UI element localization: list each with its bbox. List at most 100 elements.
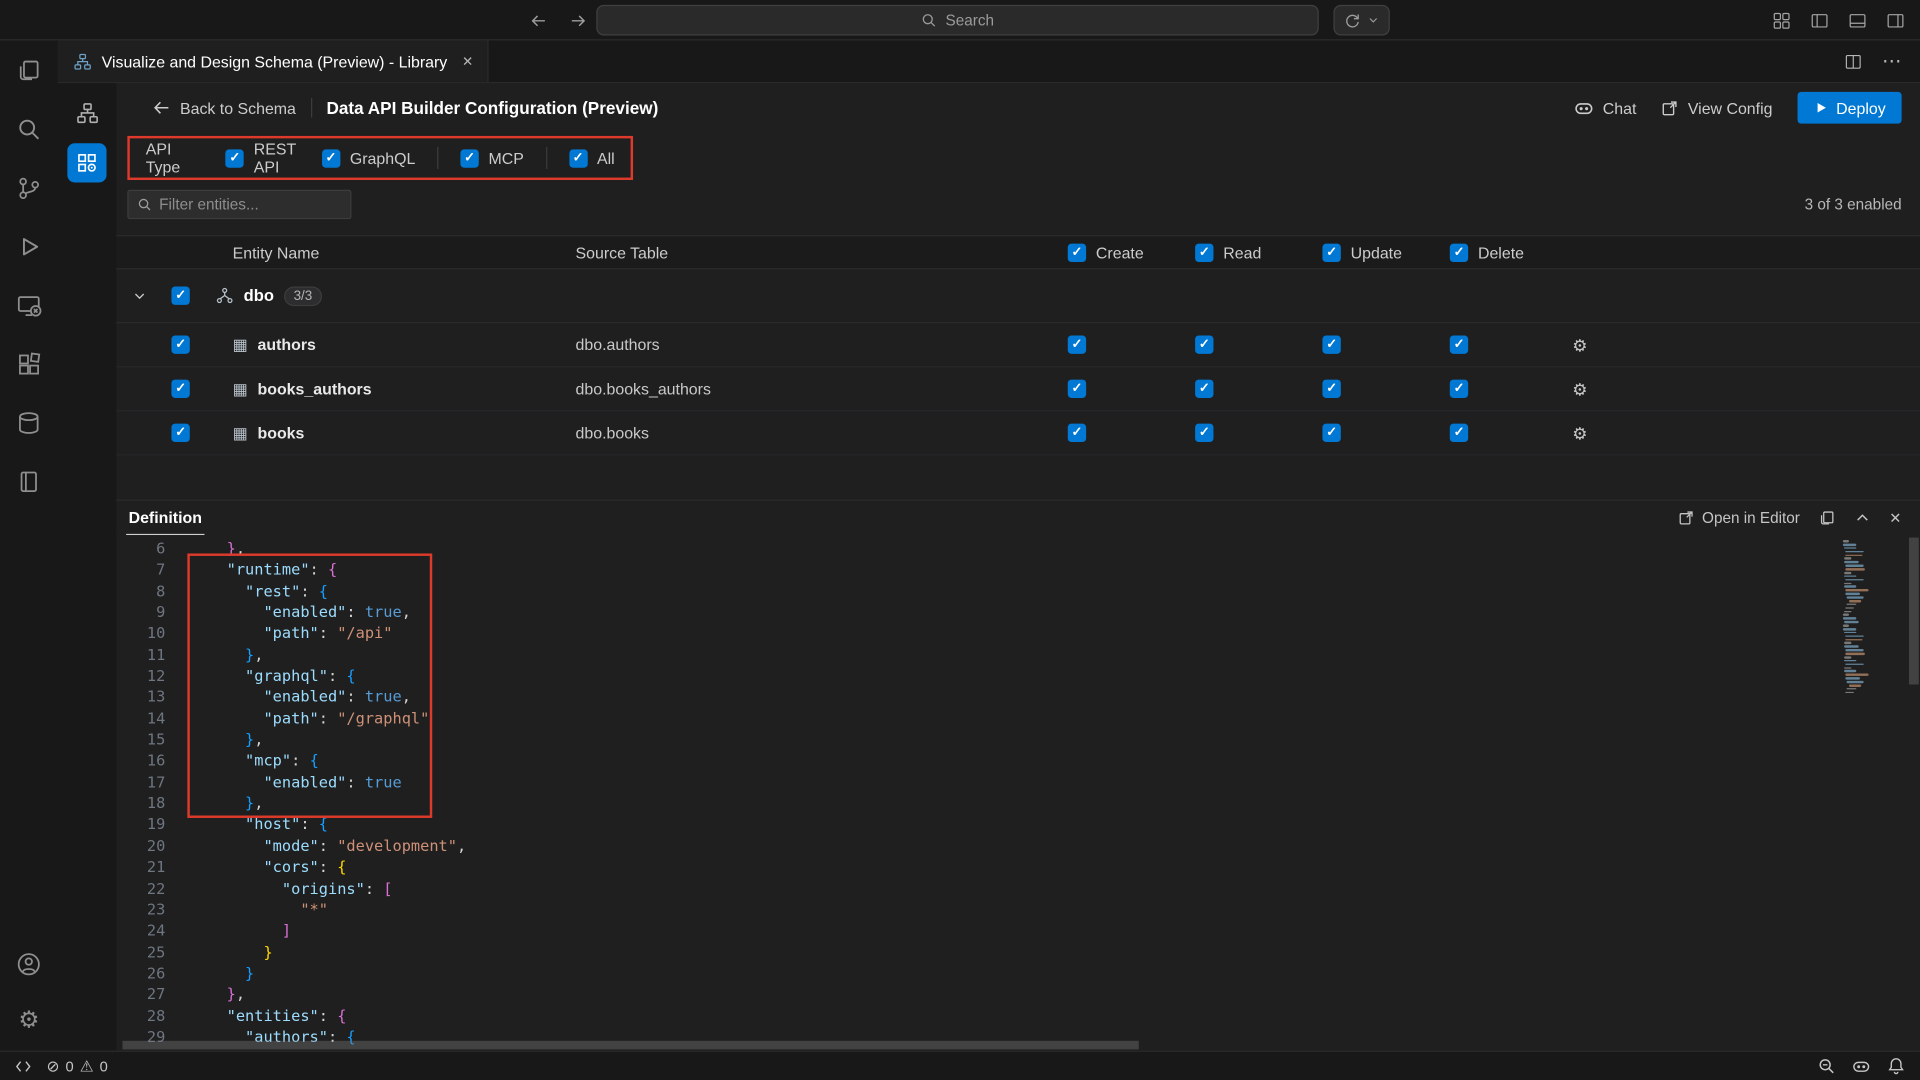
op-checkbox[interactable] bbox=[1322, 424, 1340, 442]
session-dropdown-button[interactable] bbox=[1333, 5, 1389, 36]
api-option-all[interactable]: All bbox=[569, 149, 615, 167]
api-option-checkbox[interactable] bbox=[226, 149, 244, 167]
remote-indicator-icon[interactable] bbox=[15, 1057, 32, 1074]
account-icon[interactable] bbox=[0, 936, 58, 992]
command-center-search[interactable]: Search bbox=[596, 5, 1318, 36]
op-checkbox[interactable] bbox=[1322, 336, 1340, 354]
api-option-checkbox[interactable] bbox=[460, 149, 478, 167]
op-checkbox[interactable] bbox=[1450, 424, 1468, 442]
filter-entities-box[interactable] bbox=[127, 190, 351, 219]
zoom-indicator-icon[interactable] bbox=[1817, 1057, 1835, 1075]
op-header-label: Update bbox=[1351, 243, 1402, 261]
code-text: "path": "/api" bbox=[208, 622, 392, 643]
deploy-label: Deploy bbox=[1836, 99, 1886, 117]
back-nav-icon[interactable] bbox=[529, 10, 549, 30]
op-checkbox[interactable] bbox=[1068, 424, 1086, 442]
close-panel-icon[interactable]: ✕ bbox=[1889, 509, 1901, 526]
extensions-icon[interactable] bbox=[0, 334, 58, 393]
api-option-graphql[interactable]: GraphQL bbox=[322, 149, 416, 167]
op-checkbox[interactable] bbox=[1195, 380, 1213, 398]
toggle-primary-sidebar-icon[interactable] bbox=[1810, 10, 1830, 30]
table-icon: ▦ bbox=[233, 337, 248, 353]
forward-nav-icon[interactable] bbox=[568, 10, 588, 30]
entity-settings-gear-icon[interactable]: ⚙ bbox=[1572, 336, 1587, 353]
copilot-status-icon[interactable] bbox=[1851, 1056, 1871, 1076]
op-select-all-checkbox[interactable] bbox=[1195, 243, 1213, 261]
schema-designer-view-icon[interactable] bbox=[67, 93, 106, 132]
op-checkbox[interactable] bbox=[1068, 380, 1086, 398]
code-text: }, bbox=[208, 538, 245, 559]
entity-name-cell: ▦authors bbox=[209, 336, 569, 354]
row-select-checkbox[interactable] bbox=[171, 336, 189, 354]
op-checkbox[interactable] bbox=[1195, 336, 1213, 354]
toggle-panel-icon[interactable] bbox=[1848, 10, 1868, 30]
op-select-all-checkbox[interactable] bbox=[1068, 243, 1086, 261]
op-select-all-checkbox[interactable] bbox=[1450, 243, 1468, 261]
toggle-secondary-sidebar-icon[interactable] bbox=[1886, 10, 1906, 30]
collapse-panel-icon[interactable] bbox=[1854, 509, 1871, 526]
notifications-bell-icon[interactable] bbox=[1887, 1057, 1905, 1075]
back-to-schema-button[interactable]: Back to Schema bbox=[152, 98, 296, 118]
definition-tab[interactable]: Definition bbox=[126, 501, 204, 535]
data-api-builder-view-icon[interactable] bbox=[67, 143, 106, 182]
copy-icon[interactable] bbox=[1818, 509, 1835, 526]
api-option-checkbox[interactable] bbox=[322, 149, 340, 167]
explorer-icon[interactable] bbox=[0, 40, 58, 99]
entity-settings-gear-icon[interactable]: ⚙ bbox=[1572, 380, 1587, 397]
line-number: 23 bbox=[116, 899, 165, 920]
op-checkbox[interactable] bbox=[1450, 336, 1468, 354]
api-option-checkbox[interactable] bbox=[569, 149, 587, 167]
chat-button[interactable]: Chat bbox=[1573, 97, 1636, 118]
op-checkbox[interactable] bbox=[1322, 380, 1340, 398]
source-table-cell: dbo.books bbox=[569, 424, 1059, 442]
table-icon: ▦ bbox=[233, 425, 248, 441]
line-number: 20 bbox=[116, 835, 165, 856]
close-icon[interactable]: ✕ bbox=[462, 53, 473, 69]
vertical-scrollbar[interactable] bbox=[1908, 535, 1920, 1038]
tab-visualize-design-schema[interactable]: Visualize and Design Schema (Preview) - … bbox=[58, 40, 488, 82]
entity-settings-gear-icon[interactable]: ⚙ bbox=[1572, 424, 1587, 441]
page-title: Data API Builder Configuration (Preview) bbox=[327, 98, 659, 118]
op-select-all-checkbox[interactable] bbox=[1322, 243, 1340, 261]
vertical-scrollbar-thumb[interactable] bbox=[1909, 538, 1919, 685]
object-explorer-icon[interactable] bbox=[0, 452, 58, 511]
split-editor-icon[interactable] bbox=[1844, 52, 1862, 70]
database-icon[interactable] bbox=[0, 393, 58, 452]
settings-gear-icon[interactable]: ⚙ bbox=[0, 992, 58, 1048]
horizontal-scrollbar-thumb[interactable] bbox=[122, 1041, 1138, 1050]
api-option-mcp[interactable]: MCP bbox=[460, 149, 524, 167]
op-checkbox[interactable] bbox=[1450, 380, 1468, 398]
config-header: Back to Schema Data API Builder Configur… bbox=[116, 83, 1920, 132]
filter-entities-input[interactable] bbox=[159, 196, 341, 213]
open-in-editor-button[interactable]: Open in Editor bbox=[1678, 509, 1800, 526]
deploy-button[interactable]: Deploy bbox=[1797, 92, 1902, 124]
run-debug-icon[interactable] bbox=[0, 217, 58, 276]
view-config-button[interactable]: View Config bbox=[1661, 99, 1773, 117]
line-number: 18 bbox=[116, 792, 165, 813]
api-type-label: API Type bbox=[146, 140, 206, 177]
group-select-checkbox[interactable] bbox=[171, 287, 189, 305]
api-option-rest-api[interactable]: REST API bbox=[226, 140, 300, 177]
row-select-checkbox[interactable] bbox=[171, 380, 189, 398]
status-right bbox=[1817, 1056, 1905, 1076]
problems-indicator[interactable]: ⊘ 0 ⚠ 0 bbox=[47, 1057, 108, 1075]
editor-content: Back to Schema Data API Builder Configur… bbox=[58, 83, 1920, 1050]
copilot-icon bbox=[1573, 97, 1594, 118]
code-line: 10 "path": "/api" bbox=[116, 622, 1834, 643]
designer-toolbar bbox=[58, 83, 117, 1050]
code-line: 25 } bbox=[116, 941, 1834, 962]
group-expand-chevron[interactable] bbox=[116, 288, 163, 303]
op-checkbox[interactable] bbox=[1195, 424, 1213, 442]
horizontal-scrollbar[interactable] bbox=[116, 1038, 1834, 1050]
layout-controls bbox=[1772, 0, 1905, 40]
remote-explorer-icon[interactable] bbox=[0, 276, 58, 335]
more-actions-icon[interactable]: ⋯ bbox=[1882, 49, 1902, 73]
line-number: 24 bbox=[116, 920, 165, 941]
source-control-icon[interactable] bbox=[0, 158, 58, 217]
row-select-checkbox[interactable] bbox=[171, 424, 189, 442]
customize-layout-icon[interactable] bbox=[1772, 10, 1792, 30]
open-external-icon bbox=[1678, 509, 1695, 526]
op-checkbox[interactable] bbox=[1068, 336, 1086, 354]
search-view-icon[interactable] bbox=[0, 99, 58, 158]
code-line: 14 "path": "/graphql" bbox=[116, 707, 1834, 728]
